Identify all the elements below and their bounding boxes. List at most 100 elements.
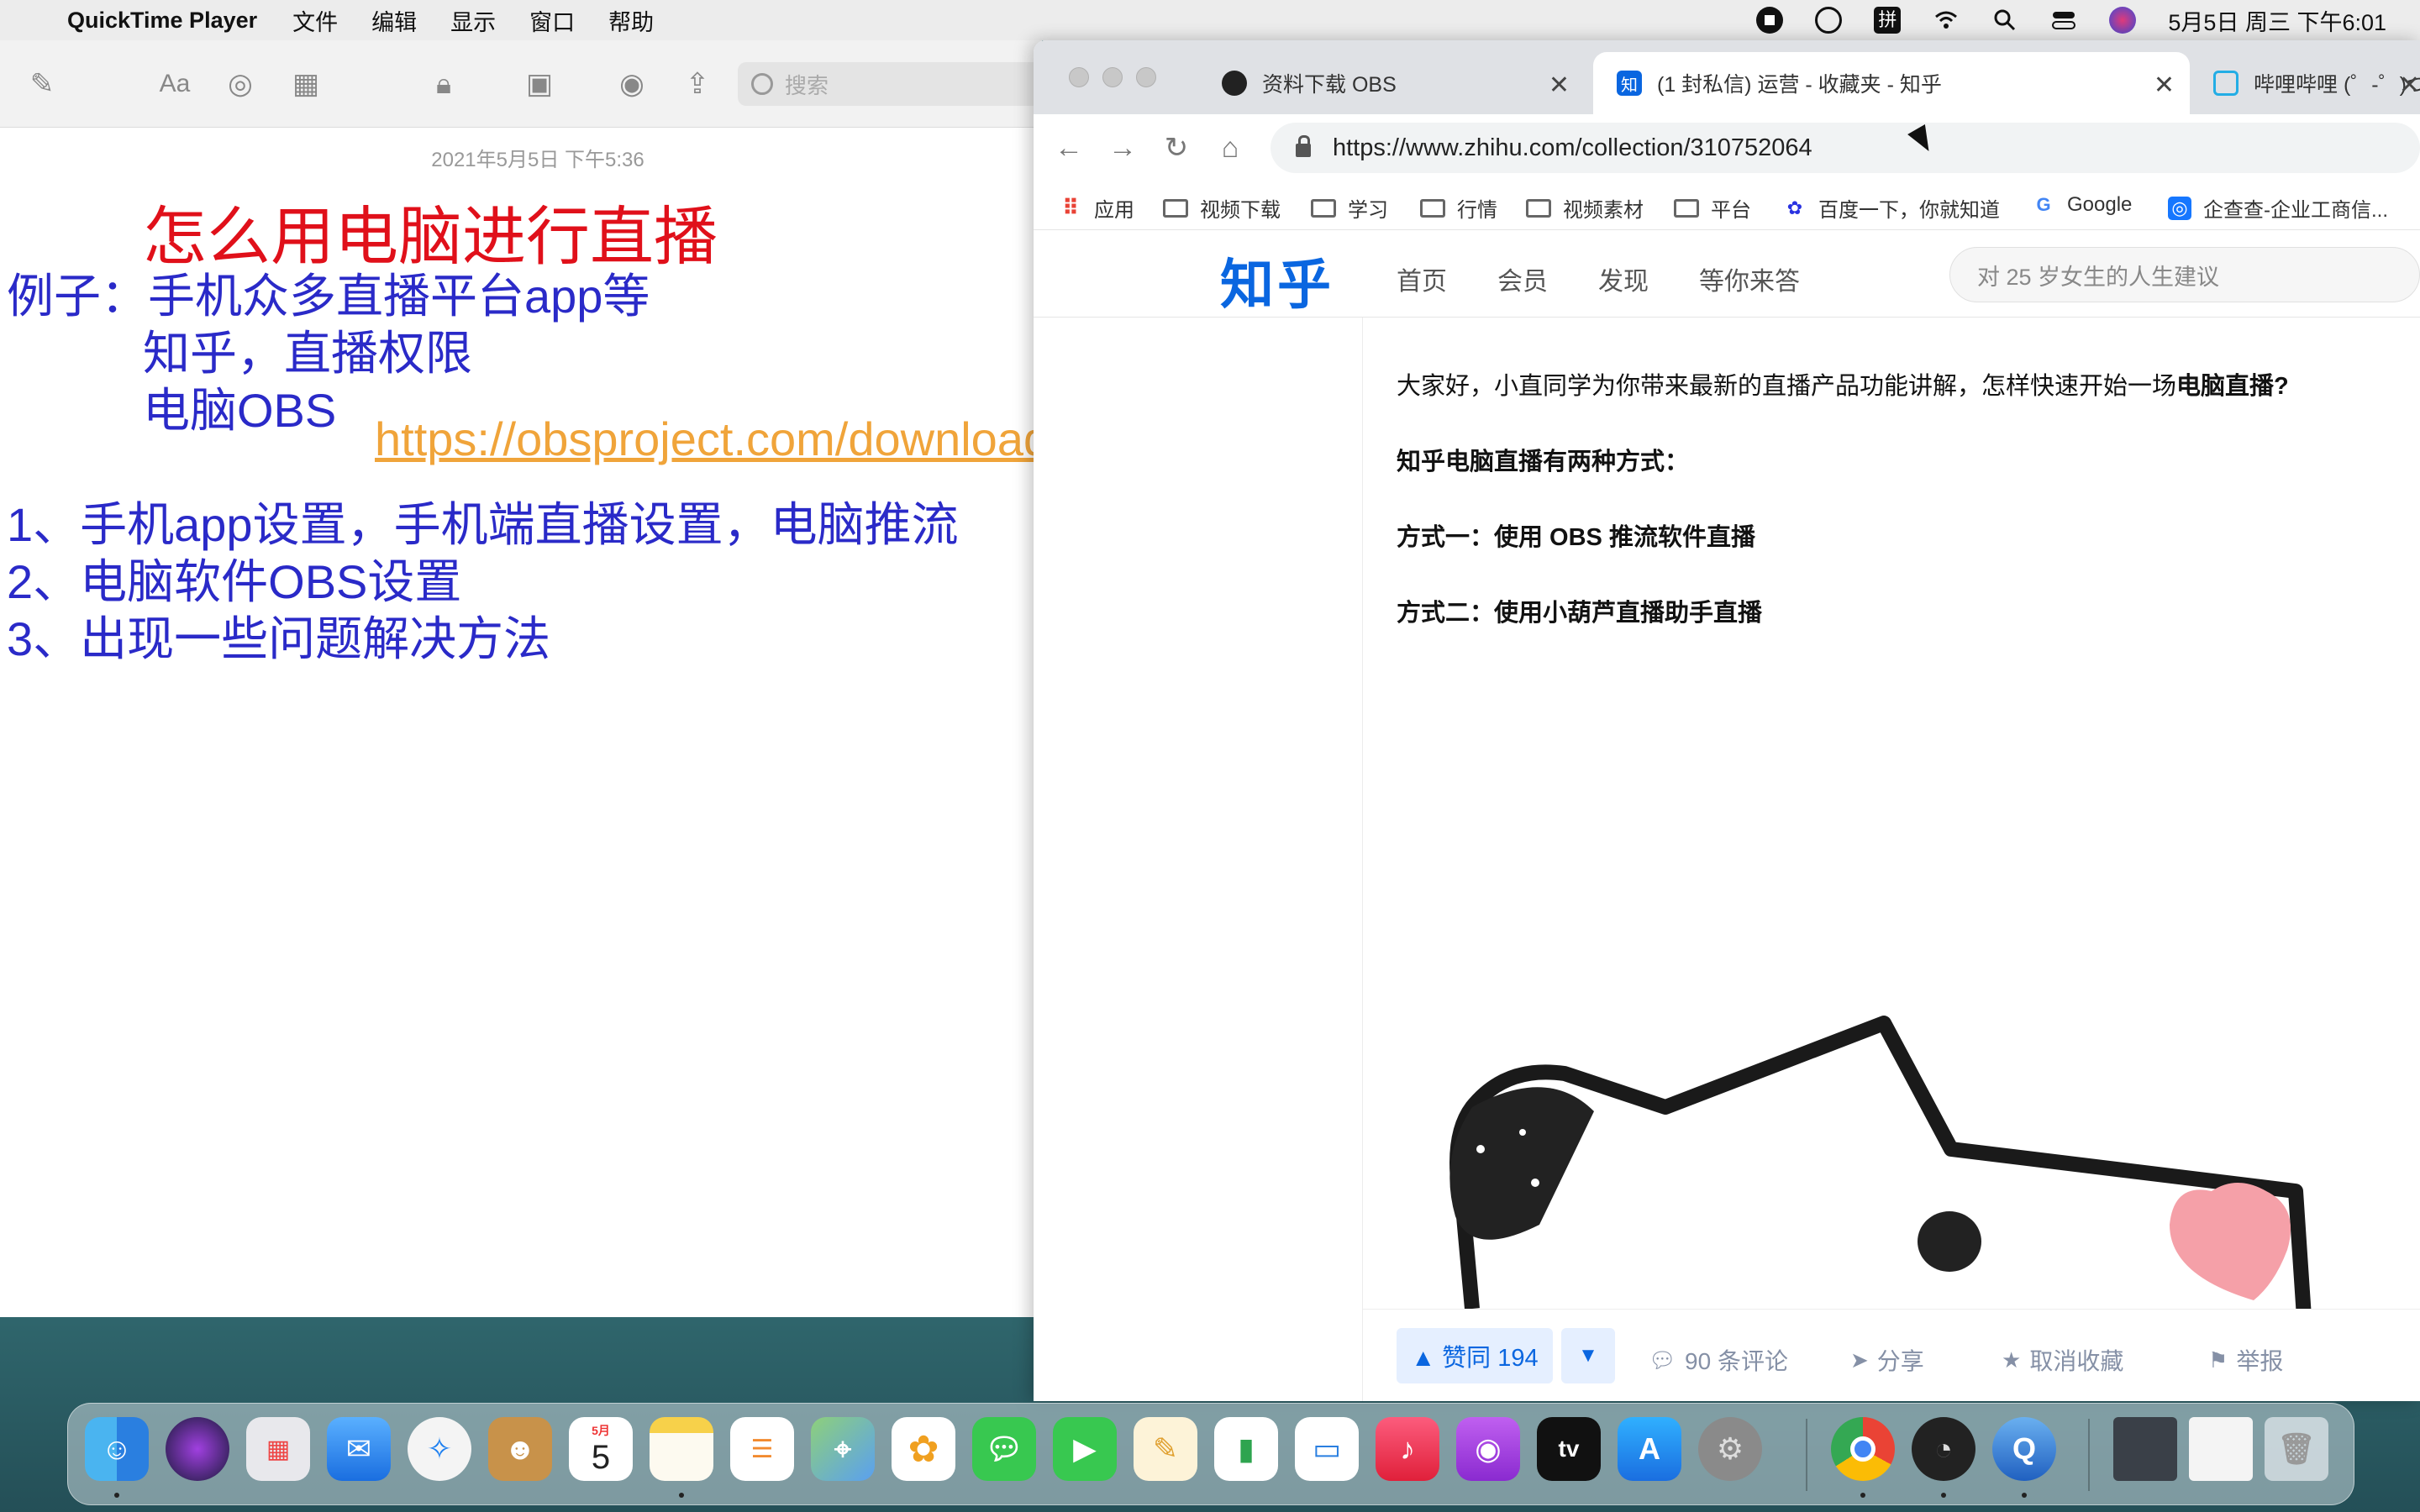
recent-window-thumbnail[interactable]: [2113, 1417, 2177, 1481]
obs-download-link[interactable]: https://obsproject.com/download: [375, 412, 1042, 466]
chrome-icon[interactable]: [1831, 1417, 1895, 1481]
app-store-icon[interactable]: A: [1618, 1417, 1681, 1481]
wifi-icon[interactable]: [1933, 7, 1960, 34]
facetime-icon[interactable]: ▶: [1053, 1417, 1117, 1481]
siri-icon[interactable]: [2109, 7, 2137, 34]
zhihu-logo[interactable]: 知乎: [1220, 242, 1334, 319]
url-bar[interactable]: https://www.zhihu.com/collection/3107520…: [1270, 123, 2420, 173]
reload-icon[interactable]: ↻: [1158, 129, 1195, 166]
bookmark-folder[interactable]: 视频下载: [1163, 193, 1281, 223]
qichacha-icon: ◎: [2168, 196, 2191, 220]
system-preferences-icon[interactable]: ⚙: [1698, 1417, 1762, 1481]
menu-view[interactable]: 显示: [450, 4, 496, 37]
menu-help[interactable]: 帮助: [608, 4, 654, 37]
close-tab-icon[interactable]: ✕: [2399, 71, 2420, 100]
comments-button[interactable]: 💬︎ 90 条评论: [1649, 1343, 1788, 1377]
messages-icon[interactable]: 💬︎: [972, 1417, 1036, 1481]
close-window-button[interactable]: [1069, 67, 1089, 87]
contacts-icon[interactable]: ☻: [488, 1417, 552, 1481]
bookmark-folder[interactable]: 学习: [1311, 193, 1388, 223]
nav-discover[interactable]: 发现: [1598, 260, 1649, 297]
checklist-icon[interactable]: ◎: [222, 66, 259, 102]
share-button[interactable]: ➤ 分享: [1850, 1343, 1924, 1377]
keynote-icon[interactable]: ▭: [1295, 1417, 1359, 1481]
bookmark-folder[interactable]: 行情: [1420, 193, 1497, 223]
menu-edit[interactable]: 编辑: [371, 4, 417, 37]
note-line[interactable]: 电脑OBS: [143, 373, 336, 441]
pages-icon[interactable]: ✎: [1134, 1417, 1197, 1481]
home-icon[interactable]: ⌂: [1212, 129, 1249, 166]
note-line[interactable]: 3、出现一些问题解决方法: [7, 601, 550, 669]
apple-tv-icon[interactable]: tv: [1537, 1417, 1601, 1481]
zhihu-search-input[interactable]: 对 25 岁女生的人生建议: [1949, 247, 2420, 302]
upvote-button[interactable]: ▲ 赞同 194: [1397, 1328, 1553, 1383]
nav-waiting-answers[interactable]: 等你来答: [1699, 260, 1800, 297]
report-button[interactable]: ⚑ 举报: [2208, 1343, 2283, 1377]
compose-icon[interactable]: ✎: [24, 66, 60, 102]
app-menu[interactable]: QuickTime Player: [67, 8, 257, 34]
music-icon[interactable]: ♪: [1376, 1417, 1439, 1481]
bookmark-folder[interactable]: 视频素材: [1526, 193, 1644, 223]
lock-icon[interactable]: 🔒︎: [425, 66, 462, 102]
trash-icon[interactable]: 🗑︎: [2265, 1417, 2328, 1481]
table-icon[interactable]: ▦: [287, 66, 324, 102]
bookmark-folder[interactable]: 平台: [1674, 193, 1751, 223]
comments-label: 90 条评论: [1685, 1348, 1788, 1374]
bookmark-google[interactable]: G Google: [2032, 193, 2132, 217]
podcasts-icon[interactable]: ◉: [1456, 1417, 1520, 1481]
notes-toolbar: ✎ Aa ◎ ▦ 🔒︎ ▣ ◉ ⇪ 搜索: [0, 40, 1042, 128]
dock-separator: [1806, 1419, 1807, 1491]
stop-recording-icon[interactable]: [1756, 7, 1784, 34]
bookmark-label: 行情: [1457, 199, 1497, 222]
nav-home[interactable]: 首页: [1397, 260, 1447, 297]
forward-arrow-icon[interactable]: →: [1104, 129, 1141, 166]
folder-icon: [1526, 198, 1551, 218]
notes-search-field[interactable]: 搜索: [738, 62, 1042, 106]
share-icon[interactable]: ⇪: [679, 66, 716, 102]
menubar-clock[interactable]: 5月5日 周三 下午6:01: [2168, 4, 2386, 37]
method-one: 方式一：使用 OBS 推流软件直播: [1397, 524, 1755, 551]
collaborate-icon[interactable]: ◉: [613, 66, 650, 102]
obs-icon[interactable]: ◔: [1912, 1417, 1975, 1481]
siri-dock-icon[interactable]: [166, 1417, 229, 1481]
back-arrow-icon[interactable]: ←: [1050, 129, 1087, 166]
format-text-icon[interactable]: Aa: [156, 66, 193, 102]
safari-icon[interactable]: ✧: [408, 1417, 471, 1481]
zhihu-header: 知乎 首页 会员 发现 等你来答 对 25 岁女生的人生建议: [1034, 230, 2420, 318]
downvote-button[interactable]: ▼: [1561, 1328, 1615, 1383]
intro-bold-text: 电脑直播?: [2176, 373, 2289, 400]
calendar-icon[interactable]: 5月 5: [569, 1417, 633, 1481]
notes-dock-icon[interactable]: [650, 1417, 713, 1481]
menu-file[interactable]: 文件: [292, 4, 338, 37]
tab-zhihu[interactable]: 知 (1 封私信) 运营 - 收藏夹 - 知乎 ✕: [1593, 52, 2190, 114]
input-method-icon[interactable]: 拼: [1874, 7, 1902, 34]
lock-icon[interactable]: [1296, 135, 1311, 157]
menu-window[interactable]: 窗口: [529, 4, 575, 37]
creative-cloud-icon[interactable]: [1815, 7, 1843, 34]
mail-icon[interactable]: ✉: [327, 1417, 391, 1481]
photos-icon[interactable]: ✿: [892, 1417, 955, 1481]
bookmark-qichacha[interactable]: ◎ 企查查-企业工商信...: [2168, 193, 2388, 223]
spotlight-search-icon[interactable]: [1991, 7, 2018, 34]
unfavorite-button[interactable]: ★ 取消收藏: [2002, 1343, 2123, 1377]
bookmark-label: 应用: [1094, 199, 1134, 222]
control-center-icon[interactable]: [2050, 7, 2077, 34]
minimize-window-button[interactable]: [1102, 67, 1123, 87]
tab-obs[interactable]: 资料下载 OBS ✕: [1198, 52, 1585, 114]
bookmark-baidu[interactable]: ✿ 百度一下，你就知道: [1783, 193, 2000, 223]
media-icon[interactable]: ▣: [521, 66, 558, 102]
close-tab-icon[interactable]: ✕: [1549, 71, 1570, 100]
bookmark-apps[interactable]: ⠿ 应用: [1059, 193, 1134, 223]
launchpad-icon[interactable]: ▦: [246, 1417, 310, 1481]
close-tab-icon[interactable]: ✕: [2154, 71, 2175, 100]
zoom-window-button[interactable]: [1136, 67, 1156, 87]
finder-icon[interactable]: ☺: [85, 1417, 149, 1481]
url-text[interactable]: https://www.zhihu.com/collection/3107520…: [1333, 134, 1812, 162]
quicktime-icon[interactable]: Q: [1992, 1417, 2056, 1481]
maps-icon[interactable]: ⌖: [811, 1417, 875, 1481]
tab-bilibili[interactable]: 哔哩哔哩 (゜-゜)つロ 干杯~-bilibili ✕: [2190, 52, 2420, 114]
numbers-icon[interactable]: ▮: [1214, 1417, 1278, 1481]
reminders-icon[interactable]: ☰: [730, 1417, 794, 1481]
downloads-stack-icon[interactable]: [2189, 1417, 2253, 1481]
nav-membership[interactable]: 会员: [1497, 260, 1548, 297]
